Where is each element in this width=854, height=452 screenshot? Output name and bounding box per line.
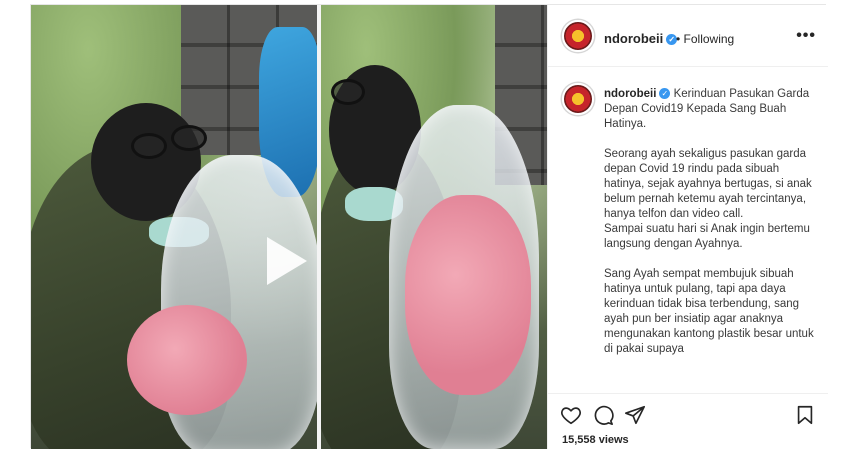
post-header: ndorobeii ✓ • Following ••• xyxy=(548,5,828,67)
sunglasses xyxy=(131,133,167,159)
instagram-post: ndorobeii ✓ • Following ••• ndorobeii ✓ Ke… xyxy=(30,4,828,449)
header-username[interactable]: ndorobeii ✓ xyxy=(604,31,678,46)
follow-status[interactable]: • Following xyxy=(676,32,734,46)
caption-paragraph-2: Sampai suatu hari si Anak ingin bertemu … xyxy=(604,223,810,250)
avatar[interactable] xyxy=(562,20,594,52)
comment-bubble-icon[interactable] xyxy=(592,404,614,426)
verified-badge-icon: ✓ xyxy=(659,88,671,100)
video-frame-left xyxy=(31,5,317,449)
heart-icon[interactable] xyxy=(560,404,582,426)
bookmark-icon[interactable] xyxy=(794,404,816,426)
caption-text: ndorobeii ✓ Kerinduan Pasukan Garda Depan… xyxy=(604,87,816,357)
post-caption: ndorobeii ✓ Kerinduan Pasukan Garda Depan… xyxy=(548,67,828,393)
post-details-panel: ndorobeii ✓ • Following ••• ndorobeii ✓ Ke… xyxy=(547,5,828,449)
video-frame-right xyxy=(321,5,547,449)
caption-paragraph-1: Seorang ayah sekaligus pasukan garda dep… xyxy=(604,148,812,220)
view-count: 15,558 views xyxy=(562,434,629,446)
child-figure xyxy=(127,305,247,415)
paper-plane-icon[interactable] xyxy=(624,404,646,426)
caption-avatar[interactable] xyxy=(562,83,594,115)
post-video[interactable] xyxy=(31,5,547,449)
play-icon[interactable] xyxy=(267,237,307,285)
caption-paragraph-3: Sang Ayah sempat membujuk sibuah hatinya… xyxy=(604,268,814,355)
post-actions: 15,558 views xyxy=(548,393,828,449)
more-dots-icon[interactable]: ••• xyxy=(796,27,816,45)
caption-username[interactable]: ndorobeii xyxy=(604,88,656,100)
